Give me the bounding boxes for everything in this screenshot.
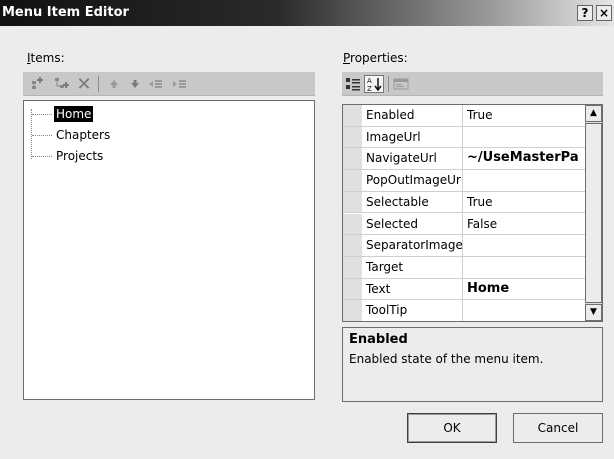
menu-item-editor-dialog: Menu Item Editor ? × Items: ✕ Home Chapt… xyxy=(0,0,614,459)
property-name: ImageUrl xyxy=(362,126,463,148)
property-name: Enabled xyxy=(362,105,463,126)
items-tree[interactable]: Home Chapters Projects xyxy=(23,100,315,400)
property-name: SeparatorImageUrl xyxy=(362,235,463,256)
row-gutter xyxy=(343,256,362,278)
tree-connector xyxy=(31,109,32,159)
scroll-up-arrow-icon[interactable]: ▲ xyxy=(585,105,602,122)
property-value[interactable]: Home xyxy=(463,279,589,300)
properties-label: Properties: xyxy=(343,51,408,65)
alphabetical-icon[interactable]: AZ xyxy=(364,75,384,93)
property-row[interactable]: Selectable True xyxy=(343,191,585,214)
close-button[interactable]: × xyxy=(596,5,612,21)
properties-toolbar: AZ xyxy=(342,72,603,96)
title-bar: Menu Item Editor ? × xyxy=(0,0,614,26)
property-row[interactable]: Enabled True xyxy=(343,105,585,127)
property-row[interactable]: Selected False xyxy=(343,213,585,236)
property-name: ToolTip xyxy=(362,300,463,321)
row-gutter xyxy=(343,170,362,191)
scroll-thumb[interactable] xyxy=(585,123,602,303)
svg-text:Z: Z xyxy=(367,85,372,92)
move-up-icon[interactable] xyxy=(105,75,123,93)
property-row[interactable]: PopOutImageUrl xyxy=(343,170,585,192)
categorized-icon[interactable] xyxy=(344,75,362,93)
property-grid[interactable]: Enabled True ImageUrl NavigateUrl ~/UseM… xyxy=(342,104,603,322)
cancel-button[interactable]: Cancel xyxy=(513,413,603,443)
row-gutter xyxy=(343,126,362,148)
property-value[interactable]: ~/UseMasterPa xyxy=(463,148,589,169)
scroll-down-arrow-icon[interactable]: ▼ xyxy=(585,304,602,321)
property-row[interactable]: ToolTip xyxy=(343,300,585,321)
add-child-item-icon[interactable] xyxy=(52,75,70,93)
property-row[interactable]: Text Home xyxy=(343,278,585,301)
property-value[interactable] xyxy=(463,170,589,191)
property-name: PopOutImageUrl xyxy=(362,170,463,191)
row-gutter xyxy=(343,300,362,321)
property-value[interactable] xyxy=(463,300,589,321)
tree-item-projects[interactable]: Projects xyxy=(54,148,105,164)
add-root-item-icon[interactable] xyxy=(29,75,47,93)
property-value[interactable]: True xyxy=(463,192,589,213)
toolbar-separator xyxy=(98,76,99,92)
property-row[interactable]: NavigateUrl ~/UseMasterPa xyxy=(343,148,585,171)
tree-item-chapters[interactable]: Chapters xyxy=(54,127,112,143)
ok-button[interactable]: OK xyxy=(407,413,497,443)
svg-text:A: A xyxy=(367,77,372,85)
indent-right-icon[interactable] xyxy=(170,75,188,93)
indent-left-icon[interactable] xyxy=(147,75,165,93)
row-gutter xyxy=(343,213,362,235)
property-value[interactable]: False xyxy=(463,214,589,235)
property-row[interactable]: ImageUrl xyxy=(343,126,585,149)
property-name: Selectable xyxy=(362,191,463,213)
delete-icon[interactable]: ✕ xyxy=(75,74,93,95)
property-name: Selected xyxy=(362,213,463,235)
items-label-rest: tems: xyxy=(30,51,65,65)
row-gutter xyxy=(343,191,362,213)
property-row[interactable]: SeparatorImageUrl xyxy=(343,235,585,257)
property-name: Text xyxy=(362,278,463,300)
toolbar-separator xyxy=(388,76,389,92)
properties-label-rest: roperties: xyxy=(350,51,408,65)
row-gutter xyxy=(343,148,362,170)
description-text: Enabled state of the menu item. xyxy=(349,352,544,366)
row-gutter xyxy=(343,235,362,256)
property-name: Target xyxy=(362,256,463,278)
property-value[interactable] xyxy=(463,127,589,148)
property-name: NavigateUrl xyxy=(362,148,463,170)
property-value[interactable]: True xyxy=(463,105,589,126)
property-value[interactable] xyxy=(463,235,589,256)
move-down-icon[interactable] xyxy=(126,75,144,93)
properties-label-accel: P xyxy=(343,51,351,65)
property-value[interactable] xyxy=(463,257,589,278)
window-title: Menu Item Editor xyxy=(2,5,129,20)
property-grid-scrollbar[interactable]: ▲ ▼ xyxy=(585,105,602,321)
help-button[interactable]: ? xyxy=(577,5,593,21)
items-label: Items: xyxy=(27,51,65,65)
property-row[interactable]: Target xyxy=(343,256,585,279)
row-gutter xyxy=(343,105,362,126)
tree-item-home[interactable]: Home xyxy=(54,106,94,122)
property-pages-icon[interactable] xyxy=(392,75,410,93)
row-gutter xyxy=(343,278,362,300)
items-toolbar: ✕ xyxy=(23,72,315,96)
tree-connector xyxy=(32,135,52,136)
description-title: Enabled xyxy=(349,332,408,347)
property-description-panel: Enabled Enabled state of the menu item. xyxy=(342,327,603,402)
tree-connector xyxy=(32,114,52,115)
tree-connector xyxy=(32,156,52,157)
